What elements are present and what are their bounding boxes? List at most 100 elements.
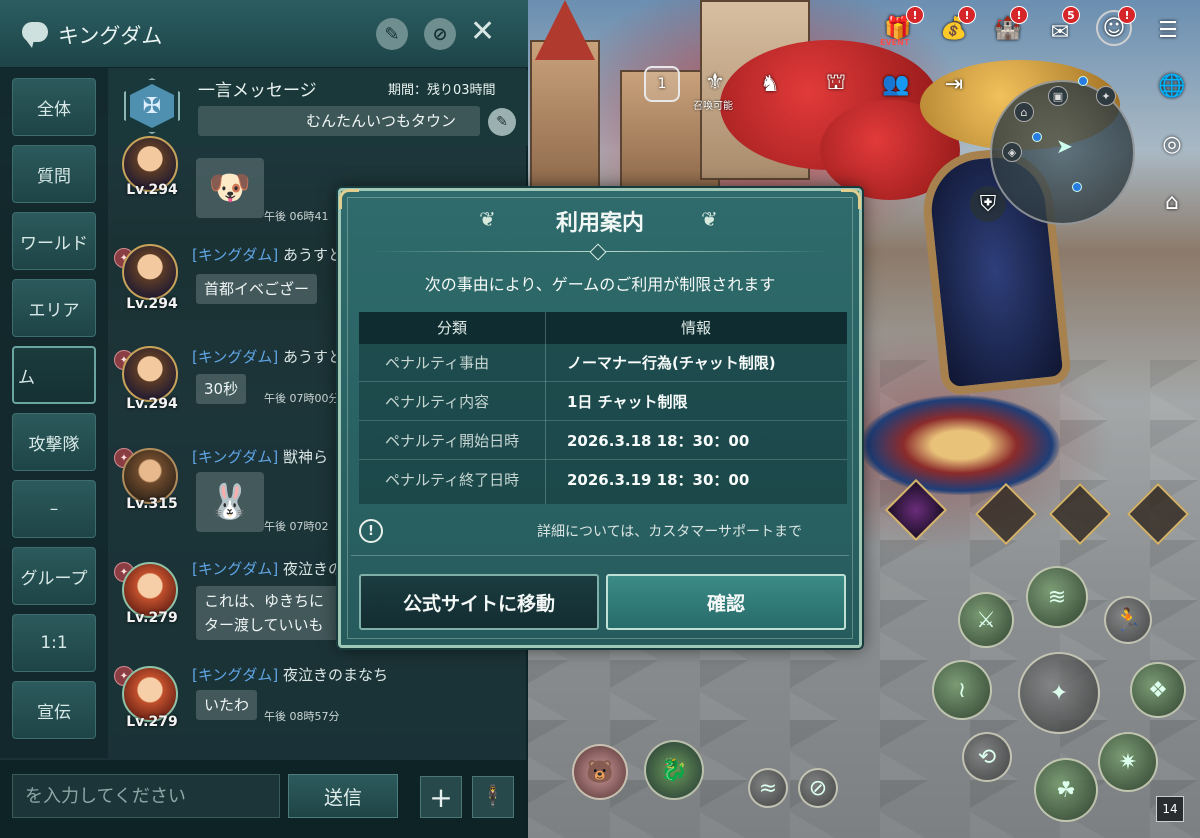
- official-site-button[interactable]: 公式サイトに移動: [359, 574, 599, 630]
- character-badge: !: [1118, 6, 1136, 24]
- minimap-bag-icon: ▣: [1048, 86, 1068, 106]
- mount-icon[interactable]: ♞: [752, 66, 788, 102]
- table-row: ペナルティ内容 1日 チャット制限: [359, 383, 847, 421]
- pen-icon[interactable]: ✎: [488, 108, 516, 136]
- user-name[interactable]: [キングダム] 獣神ら: [192, 446, 328, 467]
- row-key: ペナルティ開始日時: [385, 432, 520, 450]
- tab-kingdom[interactable]: ム: [12, 346, 96, 404]
- block-icon[interactable]: ⊘: [424, 18, 456, 50]
- tab-raid[interactable]: 攻撃隊: [12, 413, 96, 471]
- table-row: ペナルティ終了日時 2026.3.19 18：30：00: [359, 461, 847, 499]
- minimap[interactable]: ▣ ⌂ ✦ ◈ ➤: [990, 76, 1135, 225]
- penalty-table: 分類 情報 ペナルティ事由 ノーマナー行為(チャット制限) ペナルティ内容 1日…: [359, 312, 847, 504]
- skill-poison-icon[interactable]: ☘: [1034, 758, 1098, 822]
- tab-group[interactable]: グループ: [12, 547, 96, 605]
- player-name: 獣神ら: [283, 448, 329, 466]
- chat-tabs: 全体 質問 ワールド エリア ム 攻撃隊 – グループ 1:1 宣伝: [0, 68, 108, 758]
- tab-dash[interactable]: –: [12, 480, 96, 538]
- minimap-player-dot: [1078, 76, 1088, 86]
- minimap-player-dot: [1032, 132, 1042, 142]
- message-text: 30秒: [196, 374, 247, 404]
- notice-title: 一言メッセージ: [198, 81, 317, 101]
- calendar-icon[interactable]: 1: [644, 66, 680, 102]
- chat-header: キングダム ✎ ⊘ ✕: [0, 0, 528, 68]
- dialog-subtitle: 次の事由により、ゲームのご利用が制限されます: [424, 275, 776, 294]
- event-badge: !: [906, 6, 924, 24]
- row-value: ノーマナー行為(チャット制限): [567, 354, 776, 372]
- user-name[interactable]: [キングダム] 夜泣きのまなち: [192, 664, 388, 685]
- alert-badge: !: [1010, 6, 1028, 24]
- clan-tag: [キングダム]: [192, 448, 279, 466]
- level-label: Lv.294: [126, 396, 178, 412]
- message-text: 首都イベござー: [196, 274, 318, 304]
- edit-icon[interactable]: ✎: [376, 18, 408, 50]
- column-header: 情報: [680, 319, 711, 337]
- info-text: 詳細については、カスタマーサポートまで: [537, 524, 803, 540]
- skill-dash-icon[interactable]: ⟲: [962, 732, 1012, 782]
- house-icon[interactable]: ⌂: [1154, 184, 1190, 220]
- button-divider: [351, 555, 849, 556]
- avatar[interactable]: [122, 244, 178, 300]
- pet-slot-1[interactable]: 🐻: [572, 744, 628, 800]
- exit-icon[interactable]: ⇥: [936, 66, 972, 102]
- skill-crystal-icon[interactable]: ❖: [1130, 662, 1186, 718]
- summon-icon[interactable]: ⚜: [697, 64, 733, 100]
- skill-slash-icon[interactable]: ⚔: [958, 592, 1014, 648]
- table-header: 分類 情報: [359, 312, 847, 344]
- level-label: Lv.294: [126, 182, 178, 198]
- chat-title: キングダム: [58, 24, 163, 48]
- summon-label: 召喚可能: [693, 101, 733, 112]
- locked-skill-icon[interactable]: ⊘: [798, 768, 838, 808]
- row-value: 1日 チャット制限: [567, 393, 688, 411]
- send-button[interactable]: 送信: [288, 774, 398, 818]
- gift-badge: !: [958, 6, 976, 24]
- close-icon[interactable]: ✕: [470, 14, 495, 49]
- world-icon[interactable]: 🌐: [1154, 68, 1190, 104]
- user-name[interactable]: [キングダム] あうすとら: [192, 244, 358, 265]
- signal-icon[interactable]: ◎: [1154, 126, 1190, 162]
- clan-tag: [キングダム]: [192, 348, 279, 366]
- tab-direct[interactable]: 1:1: [12, 614, 96, 672]
- divider-gem: [589, 243, 607, 261]
- row-value: 2026.3.18 18：30：00: [567, 432, 750, 450]
- add-button[interactable]: +: [420, 776, 462, 818]
- mount-skill-icon[interactable]: ≈: [748, 768, 788, 808]
- guild-icon[interactable]: ⛫: [818, 66, 854, 102]
- dodge-icon[interactable]: 🏃: [1104, 596, 1152, 644]
- tab-all[interactable]: 全体: [12, 78, 96, 136]
- restriction-dialog: ❦ ❦ 利用案内 次の事由により、ゲームのご利用が制限されます 分類 情報 ペナ…: [338, 188, 862, 648]
- dialog-title: 利用案内: [555, 211, 644, 236]
- row-value: 2026.3.19 18：30：00: [567, 471, 750, 489]
- castle-tower: [530, 40, 600, 190]
- message-text: いたわ: [196, 690, 258, 720]
- column-header: 分類: [436, 319, 467, 337]
- user-name[interactable]: [キングダム] あうすとら: [192, 346, 358, 367]
- party-icon[interactable]: 👥: [878, 66, 914, 102]
- message-time: 午後 07時00分: [264, 392, 340, 405]
- sticker: 🐰: [196, 472, 264, 532]
- table-row: ペナルティ開始日時 2026.3.18 18：30：00: [359, 422, 847, 460]
- menu-icon[interactable]: ☰: [1150, 12, 1186, 48]
- row-key: ペナルティ終了日時: [385, 471, 520, 489]
- notice-period: 期間：残り03時間: [388, 83, 496, 98]
- clan-tag: [キングダム]: [192, 666, 279, 684]
- skill-claw-icon[interactable]: ≀: [932, 660, 992, 720]
- level-box: 14: [1156, 796, 1184, 822]
- chat-input[interactable]: を入力してください: [12, 774, 280, 818]
- event-label: EVENT: [880, 38, 910, 47]
- skill-wave-icon[interactable]: ≋: [1026, 566, 1088, 628]
- level-label: Lv.315: [126, 496, 178, 512]
- tab-question[interactable]: 質問: [12, 145, 96, 203]
- skill-burst-icon[interactable]: ✷: [1098, 732, 1158, 792]
- tab-world[interactable]: ワールド: [12, 212, 96, 270]
- emote-icon[interactable]: 🕴: [472, 776, 514, 818]
- confirm-button[interactable]: 確認: [606, 574, 846, 630]
- attack-button[interactable]: ✦: [1018, 652, 1100, 734]
- tab-area[interactable]: エリア: [12, 279, 96, 337]
- avatar[interactable]: [122, 346, 178, 402]
- tower-roof: [535, 0, 595, 60]
- pet-slot-2[interactable]: 🐉: [644, 740, 704, 800]
- chat-message: ✦ Lv.279 [キングダム] 夜泣きのまなち いたわ 午後 08時57分: [112, 660, 526, 740]
- table-row: ペナルティ事由 ノーマナー行為(チャット制限): [359, 344, 847, 382]
- tab-ads[interactable]: 宣伝: [12, 681, 96, 739]
